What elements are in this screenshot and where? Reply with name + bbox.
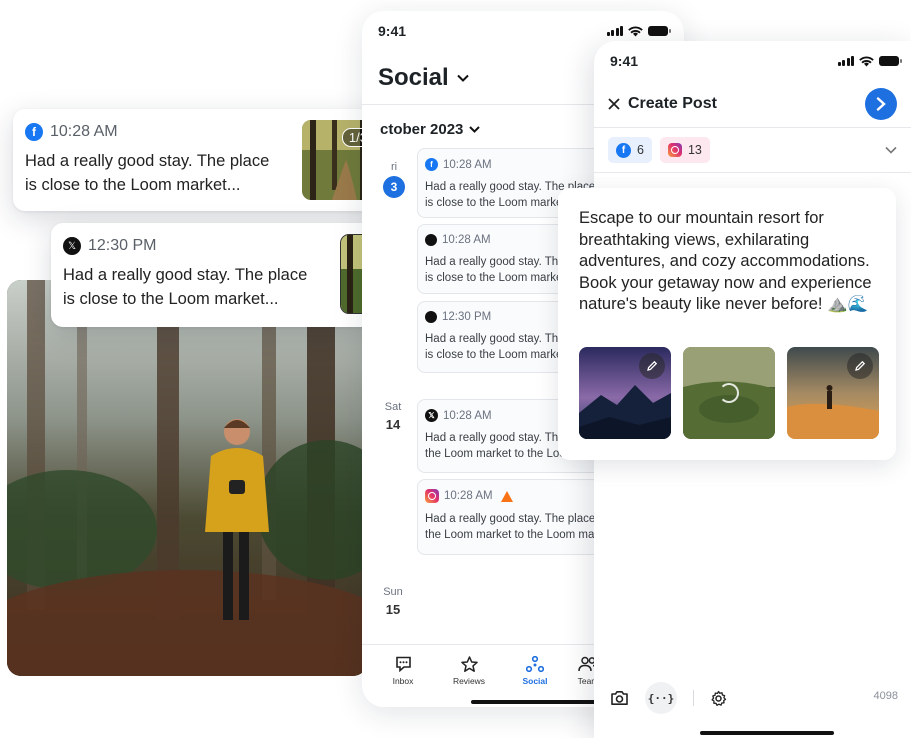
- media-thumbnail-loading[interactable]: [683, 347, 775, 439]
- character-count: 4098: [873, 690, 898, 702]
- facebook-icon: f: [425, 158, 438, 171]
- status-time: 9:41: [610, 53, 639, 69]
- inbox-icon: [395, 656, 411, 672]
- pencil-icon: [855, 360, 866, 371]
- pencil-icon: [647, 360, 658, 371]
- warning-icon: [500, 490, 513, 502]
- hiker-photo: [7, 280, 367, 676]
- chevron-right-icon: [876, 97, 886, 111]
- status-bar: 9:41: [594, 41, 911, 81]
- signal-icon: [606, 26, 623, 36]
- wifi-icon: [859, 56, 874, 66]
- battery-icon: [648, 26, 671, 36]
- publish-button[interactable]: [865, 88, 897, 120]
- threads-icon: [425, 234, 437, 246]
- status-time: 9:41: [378, 23, 407, 39]
- facebook-icon: f: [616, 142, 631, 158]
- post-text[interactable]: Escape to our mountain resort for breath…: [579, 208, 872, 316]
- x-icon: 𝕏: [425, 409, 438, 422]
- account-selector[interactable]: f 6 13: [594, 127, 911, 173]
- home-indicator: [471, 700, 605, 704]
- day-saturday: Sat 14: [384, 401, 402, 432]
- tab-social[interactable]: Social: [502, 645, 568, 707]
- month-label: ctober 2023: [380, 121, 464, 138]
- star-icon: [460, 655, 478, 672]
- social-icon: [526, 655, 544, 672]
- media-thumbnail-mountain-night[interactable]: [579, 347, 671, 439]
- page-title: Social: [378, 64, 449, 91]
- battery-icon: [879, 56, 902, 66]
- facebook-icon: f: [25, 123, 43, 141]
- chevron-down-icon: [885, 146, 897, 154]
- braces-icon: {··}: [647, 691, 675, 705]
- create-post-header: Create Post: [594, 81, 911, 127]
- close-icon[interactable]: [608, 98, 620, 110]
- home-indicator: [700, 731, 834, 735]
- variables-button[interactable]: {··}: [645, 682, 677, 714]
- threads-icon: [425, 311, 437, 323]
- edit-media-button[interactable]: [639, 353, 665, 379]
- day-sunday: Sun 15: [383, 586, 403, 617]
- media-attachments: [579, 347, 879, 439]
- chevron-down-icon: [469, 126, 481, 133]
- post-composer[interactable]: Escape to our mountain resort for breath…: [558, 188, 896, 460]
- instagram-accounts-chip[interactable]: 13: [659, 137, 710, 163]
- composer-toolbar: {··}: [594, 682, 911, 714]
- toolbar-divider: [693, 690, 694, 706]
- notification-card-facebook[interactable]: f 10:28 AM Had a really good stay. The p…: [13, 109, 393, 211]
- x-icon: 𝕏: [63, 237, 81, 255]
- scheduled-post[interactable]: 10:28 AM Had a really good stay. The pla…: [417, 479, 617, 555]
- notification-time: 12:30 PM: [88, 237, 157, 254]
- notification-time: 10:28 AM: [50, 123, 118, 140]
- day-friday: ri 3: [374, 161, 414, 198]
- wifi-icon: [628, 26, 643, 36]
- gear-icon: [711, 690, 727, 706]
- instagram-icon: [667, 143, 682, 157]
- loading-spinner: [719, 383, 739, 403]
- edit-media-button[interactable]: [847, 353, 873, 379]
- settings-button[interactable]: [710, 683, 727, 713]
- chevron-down-icon: [456, 74, 469, 82]
- today-date: 3: [383, 176, 405, 198]
- instagram-icon: [425, 489, 439, 503]
- camera-icon: [611, 691, 628, 705]
- media-thumbnail-desert[interactable]: [787, 347, 879, 439]
- tab-reviews[interactable]: Reviews: [436, 645, 502, 707]
- facebook-accounts-chip[interactable]: f 6: [608, 137, 652, 163]
- page-title: Create Post: [628, 95, 717, 112]
- camera-button[interactable]: [610, 683, 629, 713]
- tab-inbox[interactable]: Inbox: [370, 645, 436, 707]
- signal-icon: [837, 56, 854, 66]
